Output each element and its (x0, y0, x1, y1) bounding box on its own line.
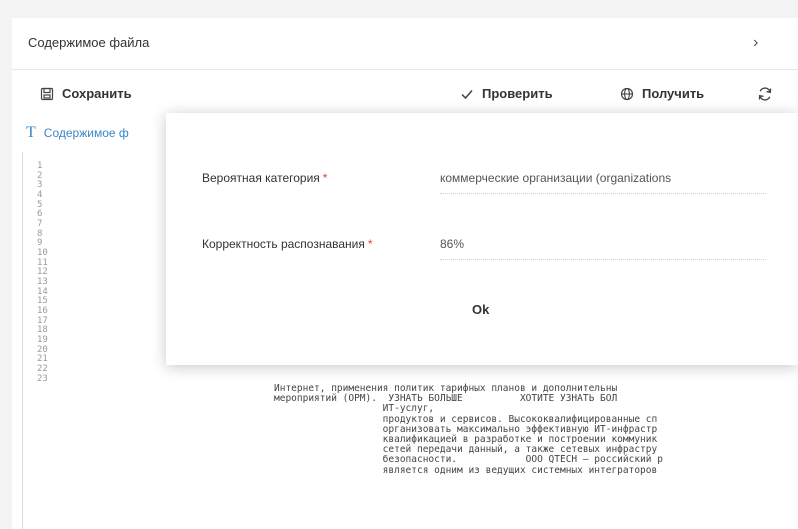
section-title: Содержимое файла (28, 35, 150, 50)
code-text: Интернет, применения политик тарифных пл… (274, 383, 663, 476)
accuracy-value[interactable]: 86% (440, 237, 766, 260)
refresh-icon (758, 87, 772, 101)
ok-button[interactable]: Ok (472, 302, 489, 317)
toolbar: Сохранить Проверить Получить (12, 70, 798, 118)
check-button[interactable]: Проверить (460, 86, 553, 101)
editor-label: T Содержимое ф (26, 124, 129, 142)
required-mark: * (367, 237, 373, 251)
required-mark: * (322, 171, 328, 185)
category-label: Вероятная категория * (202, 171, 327, 185)
category-label-text: Вероятная категория (202, 171, 320, 185)
chevron-right-icon[interactable]: › (753, 35, 758, 51)
globe-icon (620, 87, 634, 100)
editor-label-text: Содержимое ф (43, 126, 129, 140)
check-label: Проверить (482, 86, 553, 101)
refresh-button[interactable] (757, 86, 781, 102)
code-line: является одним из ведущих системных инте… (274, 464, 658, 476)
accuracy-label-text: Корректность распознавания (202, 237, 365, 251)
code-line: безопасности. ООО QTECH — российский р (274, 454, 663, 466)
get-label: Получить (642, 86, 705, 101)
save-label: Сохранить (62, 86, 132, 101)
accuracy-label: Корректность распознавания * (202, 237, 373, 251)
section-header[interactable]: Содержимое файла › (12, 18, 798, 70)
save-icon (40, 87, 54, 100)
get-button[interactable]: Получить (620, 86, 704, 101)
category-value[interactable]: коммерческие организации (organizations (440, 171, 766, 194)
line-number-gutter: 1 2 3 4 5 6 7 8 9 10 11 12 13 14 15 16 17 18 19 20 21 22 23 (23, 161, 53, 384)
save-button[interactable]: Сохранить (40, 86, 132, 101)
line-number: 23 (37, 373, 48, 384)
recognition-dialog: Вероятная категория * коммерческие органи… (166, 113, 798, 365)
text-icon: T (26, 124, 36, 141)
check-icon (461, 89, 473, 99)
